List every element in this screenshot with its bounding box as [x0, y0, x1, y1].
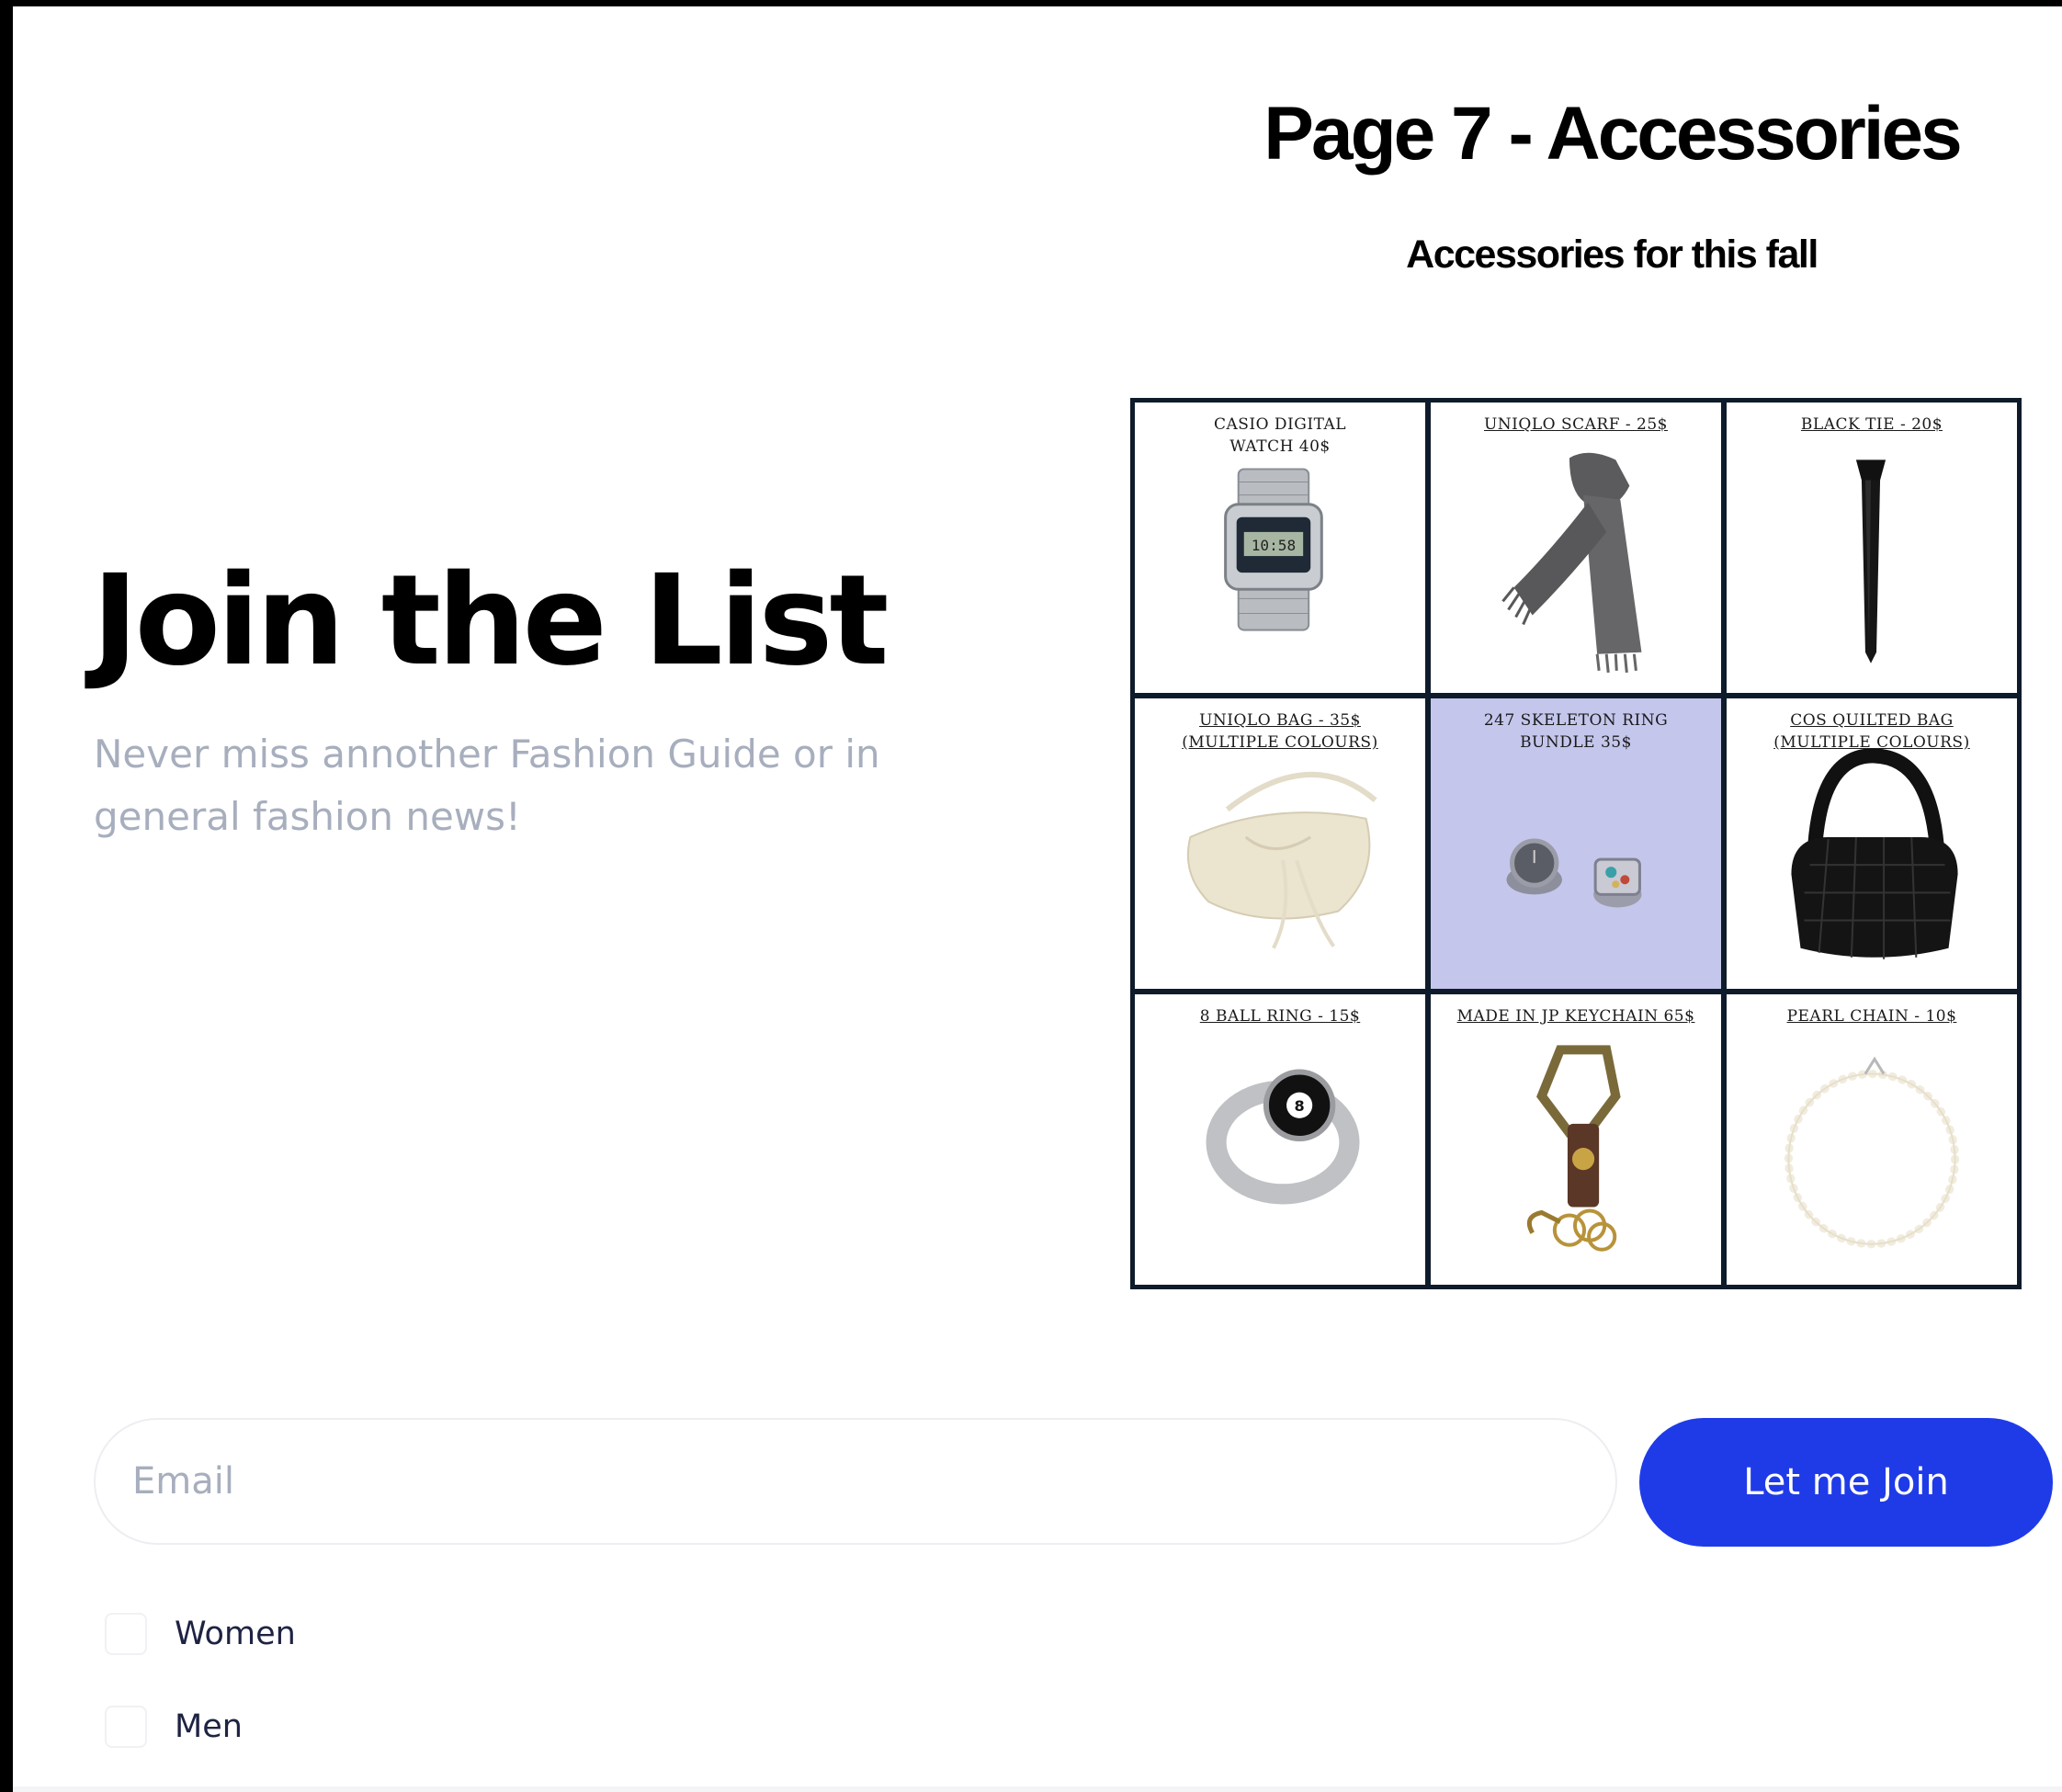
women-label: Women: [175, 1616, 296, 1652]
scarf-icon: [1501, 452, 1642, 674]
accessory-card-bag[interactable]: UNIQLO BAG - 35$ (MULTIPLE COLOURS): [1135, 698, 1425, 989]
accessory-card-8-ball-ring[interactable]: 8 BALL RING - 15$ 8: [1135, 994, 1425, 1285]
accessory-card-rings[interactable]: 247 SKELETON RING BUNDLE 35$: [1431, 698, 1721, 989]
join-button[interactable]: Let me Join: [1639, 1418, 2053, 1547]
svg-text:8: 8: [1295, 1097, 1305, 1115]
keychain-icon: [1526, 1045, 1621, 1252]
accessory-card-watch[interactable]: CASIO DIGITAL WATCH 40$ 10:58: [1135, 403, 1425, 693]
accessory-card-scarf[interactable]: UNIQLO SCARF - 25$: [1431, 403, 1721, 693]
accessories-grid: CASIO DIGITAL WATCH 40$ 10:58 UNIQLO SCA…: [1130, 398, 2022, 1289]
bag-icon: [1186, 771, 1377, 949]
accessory-card-keychain[interactable]: MADE IN JP KEYCHAIN 65$: [1431, 994, 1721, 1285]
accessory-card-quilted-bag[interactable]: COS QUILTED BAG (MULTIPLE COLOURS): [1727, 698, 2017, 989]
eight-ball-ring-icon: 8: [1206, 1069, 1360, 1205]
watch-icon: 10:58: [1224, 468, 1323, 631]
accessory-card-pearl-chain[interactable]: PEARL CHAIN - 10$: [1727, 994, 2017, 1285]
page-title: Page 7 - Accessories: [1263, 92, 1962, 176]
men-checkbox[interactable]: [105, 1706, 147, 1748]
option-men[interactable]: Men: [105, 1706, 243, 1748]
join-list-description: Never miss annother Fashion Guide or in …: [94, 732, 880, 839]
svg-text:10:58: 10:58: [1252, 537, 1296, 554]
page-frame: Page 7 - Accessories Accessories for thi…: [0, 0, 2062, 1792]
men-label: Men: [175, 1708, 243, 1745]
join-list-heading: Join the List: [92, 549, 889, 694]
quilted-bag-icon: [1791, 748, 1958, 959]
option-women[interactable]: Women: [105, 1613, 296, 1655]
page-subtitle: Accessories for this fall: [1406, 233, 1818, 277]
bottom-divider: [13, 1786, 2062, 1792]
rings-icon: [1506, 838, 1642, 908]
accessory-card-tie[interactable]: BLACK TIE - 20$: [1727, 403, 2017, 693]
email-input[interactable]: [94, 1418, 1617, 1545]
women-checkbox[interactable]: [105, 1613, 147, 1655]
tie-icon: [1855, 459, 1886, 663]
pearl-chain-icon: [1784, 1056, 1960, 1249]
